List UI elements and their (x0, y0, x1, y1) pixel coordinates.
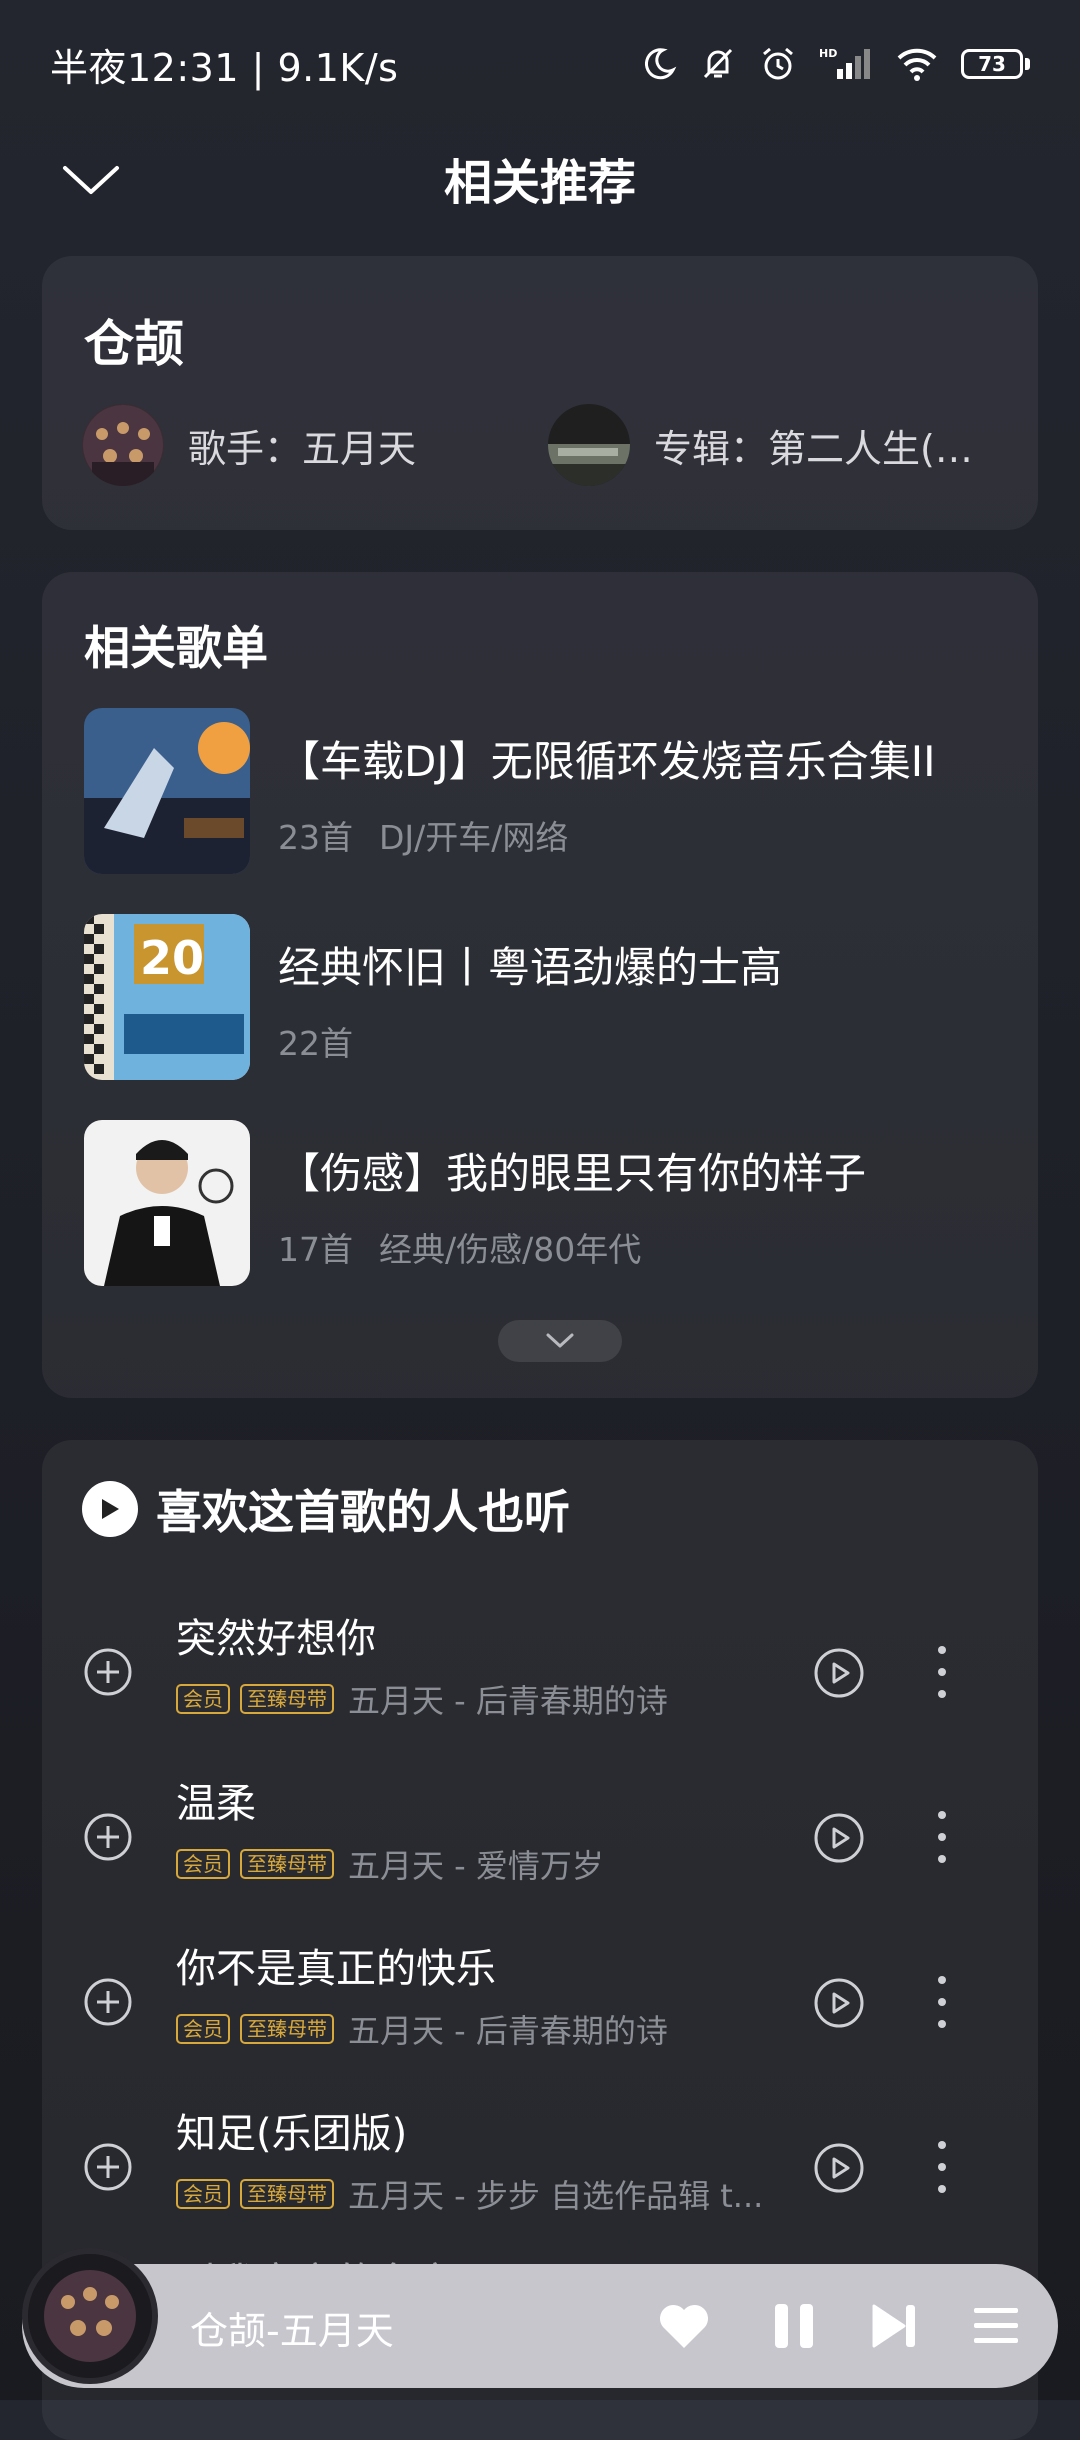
song-meta: 会员 至臻母带 五月天 - 爱情万岁 (176, 1841, 604, 1887)
battery-icon: 73 (961, 49, 1030, 79)
now-playing-title: 仓颉-五月天 (190, 2309, 394, 2353)
chevron-down-icon (546, 1333, 574, 1348)
bell-off-icon (703, 48, 733, 79)
song-title: 突然好想你 (176, 1616, 376, 1662)
quality-badge: 至臻母带 (240, 2014, 334, 2044)
song-artist: 五月天 - 后青春期的诗 (348, 1682, 668, 1720)
status-icons: HD 73 (641, 45, 1030, 83)
song-artist: 五月天 - 爱情万岁 (348, 1847, 604, 1885)
vip-badge: 会员 (176, 1849, 230, 1879)
more-icon[interactable] (922, 1807, 962, 1867)
status-time: 半夜12:31 | 9.1K/s (50, 45, 399, 90)
album-link[interactable]: 专辑：第二人生(… (548, 404, 973, 486)
quality-badge: 至臻母带 (240, 1849, 334, 1879)
playlist-button[interactable] (964, 2294, 1028, 2358)
next-button[interactable] (862, 2294, 926, 2358)
hd-signal-icon: HD (819, 47, 870, 79)
song-artist: 五月天 - 后青春期的诗 (348, 2012, 668, 2050)
song-artist: 五月天 - 步步 自选作品辑 t... (348, 2177, 764, 2215)
expand-playlists-button[interactable] (498, 1320, 622, 1362)
play-video-icon[interactable] (812, 1811, 866, 1865)
add-icon[interactable] (82, 1976, 134, 2028)
pause-icon (775, 2304, 813, 2348)
vip-badge: 会员 (176, 2179, 230, 2209)
page-title: 相关推荐 (443, 155, 636, 211)
playlist-cover (84, 708, 250, 874)
playlist-title: 【伤感】我的眼里只有你的样子 (278, 1149, 867, 1198)
now-playing-cover[interactable] (22, 2248, 158, 2384)
album-cover (548, 404, 630, 486)
playlist-meta: 22首 (278, 1024, 353, 1063)
status-bar: 半夜12:31 | 9.1K/s HD 73 (0, 0, 1080, 128)
add-icon[interactable] (82, 1646, 134, 1698)
song-row[interactable]: 知足(乐团版) 会员 至臻母带 五月天 - 步步 自选作品辑 t... (42, 2089, 1038, 2239)
related-playlists-card: 相关歌单 【车载DJ】无限循环发烧音乐合集II 23首 DJ/开车/网络 20 经… (42, 572, 1038, 1398)
more-icon[interactable] (922, 1972, 962, 2032)
playlist-meta: 17首 经典/伤感/80年代 (278, 1230, 642, 1269)
play-video-icon[interactable] (812, 2141, 866, 2195)
playlist-item[interactable]: 【伤感】我的眼里只有你的样子 17首 经典/伤感/80年代 (84, 1120, 866, 1286)
playlists-section-title: 相关歌单 (84, 621, 268, 675)
singer-link[interactable]: 歌手：五月天 (82, 404, 416, 486)
collapse-button[interactable] (56, 150, 126, 210)
song-title: 温柔 (176, 1781, 256, 1827)
singer-label: 歌手：五月天 (188, 426, 417, 471)
playlist-item[interactable]: 20 经典怀旧丨粤语劲爆的士高 22首 (84, 914, 782, 1080)
vip-badge: 会员 (176, 1684, 230, 1714)
svg-text:HD: HD (819, 47, 837, 60)
playlist-title: 【车载DJ】无限循环发烧音乐合集II (278, 737, 936, 786)
singer-avatar (82, 404, 164, 486)
song-row[interactable]: 温柔 会员 至臻母带 五月天 - 爱情万岁 (42, 1759, 1038, 1909)
add-icon[interactable] (82, 1811, 134, 1863)
playlist-meta: 23首 DJ/开车/网络 (278, 818, 569, 857)
heart-icon (659, 2304, 709, 2348)
quality-badge: 至臻母带 (240, 2179, 334, 2209)
more-icon[interactable] (922, 1642, 962, 1702)
playlist-cover: 20 (84, 914, 250, 1080)
song-title: 知足(乐团版) (176, 2111, 408, 2157)
song-info-card: 仓颉 歌手：五月天 专辑：第二人生(… (42, 256, 1038, 530)
battery-level: 73 (961, 49, 1023, 79)
playlist-cover (84, 1120, 250, 1286)
playlist-title: 经典怀旧丨粤语劲爆的士高 (278, 943, 783, 992)
moon-icon (644, 48, 677, 80)
song-row[interactable]: 突然好想你 会员 至臻母带 五月天 - 后青春期的诗 (42, 1594, 1038, 1744)
also-listen-title: 喜欢这首歌的人也听 (156, 1485, 570, 1539)
wifi-icon (897, 48, 937, 81)
playlist-icon (974, 2308, 1018, 2343)
header: 相关推荐 (0, 128, 1080, 228)
play-video-icon[interactable] (812, 1646, 866, 1700)
song-meta: 会员 至臻母带 五月天 - 后青春期的诗 (176, 2006, 668, 2052)
skip-next-icon (872, 2304, 915, 2348)
more-icon[interactable] (922, 2137, 962, 2197)
add-icon[interactable] (82, 2141, 134, 2193)
playlist-item[interactable]: 【车载DJ】无限循环发烧音乐合集II 23首 DJ/开车/网络 (84, 708, 936, 874)
alarm-icon (763, 47, 793, 80)
song-title: 仓颉 (84, 315, 184, 373)
chevron-down-icon (63, 166, 119, 194)
song-row[interactable]: 你不是真正的快乐 会员 至臻母带 五月天 - 后青春期的诗 (42, 1924, 1038, 2074)
vip-badge: 会员 (176, 2014, 230, 2044)
pause-button[interactable] (762, 2294, 826, 2358)
play-video-icon[interactable] (812, 1976, 866, 2030)
album-label: 专辑：第二人生(… (654, 426, 973, 471)
quality-badge: 至臻母带 (240, 1684, 334, 1714)
play-all-icon[interactable] (82, 1481, 138, 1537)
song-title: 你不是真正的快乐 (176, 1946, 496, 1992)
song-meta: 会员 至臻母带 五月天 - 步步 自选作品辑 t... (176, 2171, 763, 2217)
like-button[interactable] (652, 2294, 716, 2358)
svg-text:20: 20 (140, 931, 204, 985)
also-listen-header[interactable]: 喜欢这首歌的人也听 (82, 1476, 570, 1542)
mini-player[interactable]: 仓颉-五月天 (22, 2248, 1058, 2388)
song-meta: 会员 至臻母带 五月天 - 后青春期的诗 (176, 1676, 668, 1722)
